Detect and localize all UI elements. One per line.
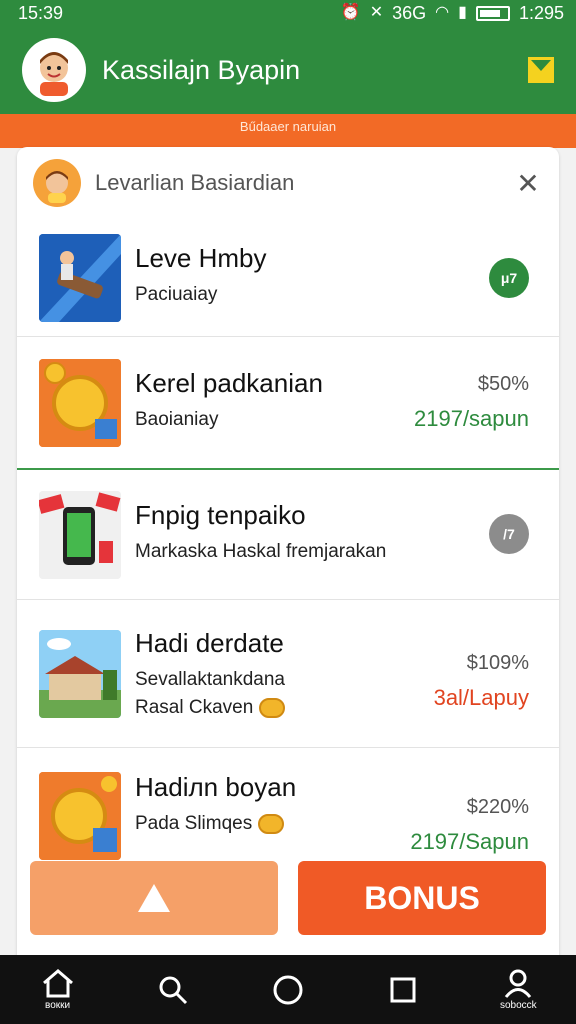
header-avatar (33, 159, 81, 207)
promo-strip: Bűdaaer naruian (0, 114, 576, 148)
profile-icon (505, 969, 532, 998)
coin-thumbnail (39, 772, 121, 860)
bottom-nav: вокки sobocck (0, 955, 576, 1024)
item-price: $220% 2197/Sapun (410, 796, 529, 855)
mute-icon: ✕ (369, 4, 384, 21)
warning-button[interactable] (30, 861, 278, 935)
list-item[interactable]: Hadi derdate Sevallaktankdana Rasal Ckav… (17, 600, 559, 748)
coin-icon (258, 814, 285, 834)
close-icon[interactable]: ✕ (513, 167, 543, 200)
alarm-icon: ⏰ (340, 4, 361, 21)
item-price: $109% 3al/Lapuy (434, 652, 529, 711)
house-icon (39, 629, 121, 718)
warning-icon (138, 884, 170, 912)
price-sub: 2197/Sapun (410, 829, 529, 854)
rewards-card: Levarlian Basiardian ✕ Leve Hmby Paciuai… (17, 147, 559, 977)
circle-home-icon (273, 975, 303, 1004)
item-subtitle-2-text: Rasal Ckaven (135, 697, 254, 718)
boy-avatar-icon (40, 52, 68, 96)
item-subtitle-text: Pada Slimqes (135, 813, 253, 834)
price-sub: 2197/sapun (414, 406, 529, 431)
app-avatar[interactable] (22, 38, 86, 102)
nav-home-label: вокки (45, 1000, 71, 1011)
nav-home-circle[interactable] (248, 974, 328, 1006)
bonus-button[interactable]: BONUS (298, 861, 546, 935)
item-title: Fnpig tenpaiko (135, 500, 306, 530)
phone-thumbnail (39, 490, 121, 579)
signal-icon: ▮ (458, 4, 467, 21)
home-icon (42, 969, 73, 998)
wifi-icon: ◠ (435, 4, 450, 21)
nav-search[interactable] (133, 974, 213, 1006)
coin-thumbnail (39, 358, 121, 447)
status-clock-right: 1:295 (518, 2, 564, 23)
price-main: $50% (477, 373, 529, 395)
battery-icon (475, 5, 510, 21)
item-subtitle: Markaska Haskal fremjarakan (135, 541, 387, 562)
square-recents-icon (390, 977, 416, 1002)
app-bar: Kassilajn Byapin (0, 26, 576, 114)
search-icon (159, 976, 187, 1004)
list-item[interactable]: Leve Hmby Paciuaiay μ7 (17, 219, 559, 337)
card-title: Levarlian Basiardian (95, 170, 295, 195)
phone-icon (39, 490, 121, 579)
nav-recents[interactable] (363, 976, 443, 1004)
mail-icon[interactable] (528, 57, 554, 83)
status-badge-icon[interactable]: /7 (489, 514, 529, 554)
network-label: 36G (392, 2, 427, 23)
coin-icon (259, 698, 286, 718)
status-badge-icon[interactable]: μ7 (489, 258, 529, 298)
action-buttons: BONUS (0, 861, 576, 935)
nav-profile[interactable]: sobocck (478, 968, 558, 1011)
gold-coin-icon (39, 358, 121, 447)
item-subtitle: Paciuaiay (135, 284, 218, 305)
nav-home[interactable]: вокки (18, 968, 98, 1011)
item-text: Fnpig tenpaiko Markaska Haskal fremjarak… (135, 500, 531, 569)
item-price: $50% 2197/sapun (414, 373, 529, 432)
app-title: Kassilajn Byapin (102, 54, 301, 85)
status-icons: ⏰ ✕ 36G ◠ ▮ 1:295 (341, 3, 564, 24)
price-sub: 3al/Lapuy (433, 685, 529, 710)
status-bar: 15:39 ⏰ ✕ 36G ◠ ▮ 1:295 (0, 0, 576, 26)
promo-strip-text: Bűdaaer naruian (239, 119, 337, 134)
price-main: $220% (466, 796, 529, 818)
item-text: Leve Hmby Paciuaiay (135, 243, 531, 312)
status-time: 15:39 (18, 2, 64, 23)
gold-coin-icon (39, 772, 121, 860)
boy-avatar-small-icon (46, 171, 68, 203)
hero-flying-icon (39, 233, 121, 322)
price-main: $109% (466, 652, 529, 674)
list-item[interactable]: Fnpig tenpaiko Markaska Haskal fremjarak… (17, 470, 559, 600)
house-thumbnail (39, 629, 121, 718)
item-title: Leve Hmby (135, 243, 267, 273)
nav-profile-label: sobocck (500, 1000, 537, 1011)
game-thumbnail (39, 233, 121, 322)
card-header: Levarlian Basiardian ✕ (17, 147, 559, 219)
list-item[interactable]: Kerel padkanian Baoianiay $50% 2197/sapu… (17, 337, 559, 470)
